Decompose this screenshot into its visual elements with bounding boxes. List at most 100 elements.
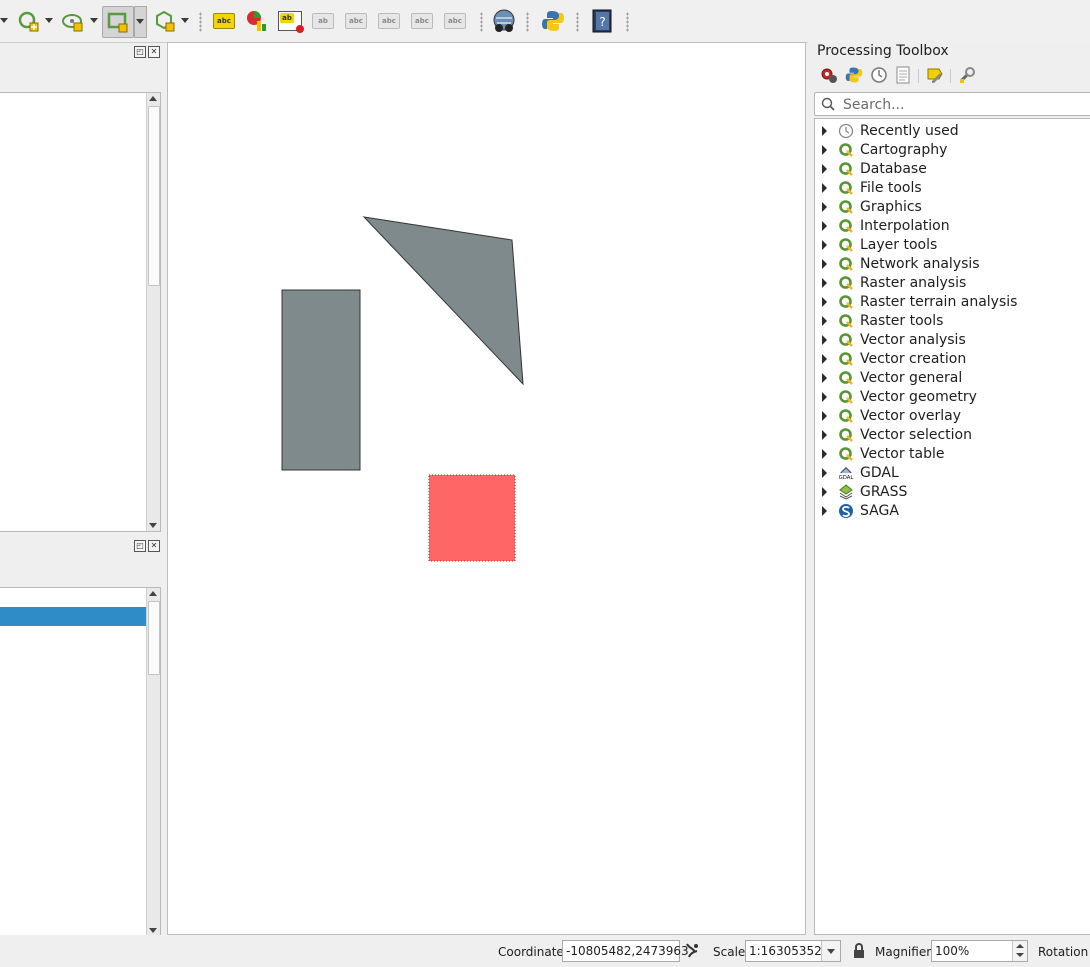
tree-item[interactable]: Interpolation [815, 216, 1090, 235]
tree-item[interactable]: Vector overlay [815, 406, 1090, 425]
vertical-scrollbar[interactable] [146, 93, 160, 531]
extents-toggle-icon[interactable] [684, 942, 700, 963]
tree-item[interactable]: Layer tools [815, 235, 1090, 254]
close-panel-icon[interactable]: ✕ [148, 540, 160, 552]
tree-item[interactable]: Vector table [815, 444, 1090, 463]
rotate-label-icon[interactable]: abc [409, 8, 435, 34]
tree-item[interactable]: Vector analysis [815, 330, 1090, 349]
tree-item[interactable]: Raster analysis [815, 273, 1090, 292]
expand-arrow-icon[interactable] [822, 467, 827, 478]
search-input[interactable] [841, 95, 1085, 115]
expand-arrow-icon[interactable] [822, 220, 827, 231]
scroll-down-icon[interactable] [149, 928, 157, 933]
pin-label-icon[interactable]: ab [310, 8, 336, 34]
scroll-up-icon[interactable] [149, 591, 157, 596]
toolbar-grip[interactable] [199, 12, 202, 32]
vertical-scrollbar[interactable] [146, 588, 160, 936]
change-label-icon[interactable]: abc [442, 8, 468, 34]
expand-arrow-icon[interactable] [822, 144, 827, 155]
expand-arrow-icon[interactable] [822, 448, 827, 459]
scroll-up-icon[interactable] [149, 96, 157, 101]
expand-arrow-icon[interactable] [822, 125, 827, 136]
dropdown-caret[interactable] [136, 19, 144, 24]
expand-arrow-icon[interactable] [822, 296, 827, 307]
dropdown-caret[interactable] [90, 18, 98, 23]
tree-item[interactable]: Network analysis [815, 254, 1090, 273]
dropdown-caret[interactable] [181, 18, 189, 23]
history-clock-icon[interactable] [870, 66, 888, 88]
options-wrench-icon[interactable] [958, 66, 976, 88]
move-label-icon[interactable]: abc [376, 8, 402, 34]
highlight-pinned-labels-icon[interactable]: ab [277, 8, 304, 34]
add-circle-icon[interactable] [16, 8, 42, 34]
dropdown-caret[interactable] [45, 18, 53, 23]
tree-item[interactable]: SAGA [815, 501, 1090, 520]
python-console-icon[interactable] [540, 8, 566, 34]
float-panel-icon[interactable]: ◰ [134, 540, 146, 552]
search-box[interactable] [814, 92, 1090, 116]
scale-dropdown-button[interactable] [821, 941, 840, 961]
float-panel-icon[interactable]: ◰ [134, 46, 146, 58]
map-feature-triangle[interactable] [362, 216, 524, 386]
add-ellipse-icon[interactable] [60, 8, 86, 34]
tree-item[interactable]: Vector general [815, 368, 1090, 387]
toolbar-grip[interactable] [626, 12, 629, 32]
expand-arrow-icon[interactable] [822, 372, 827, 383]
tree-item[interactable]: Raster terrain analysis [815, 292, 1090, 311]
add-rectangle-icon[interactable] [102, 6, 134, 38]
scroll-thumb[interactable] [148, 106, 160, 286]
tree-item[interactable]: Cartography [815, 140, 1090, 159]
expand-arrow-icon[interactable] [822, 258, 827, 269]
map-canvas[interactable] [167, 42, 806, 935]
tree-item[interactable]: Raster tools [815, 311, 1090, 330]
dropdown-caret[interactable] [0, 18, 8, 23]
scale-combobox[interactable]: 1:163053520 [745, 940, 841, 962]
scroll-down-icon[interactable] [149, 523, 157, 528]
expand-arrow-icon[interactable] [822, 410, 827, 421]
toolbar-grip[interactable] [480, 12, 483, 32]
step-up-icon[interactable] [1016, 944, 1024, 948]
map-feature-rectangle[interactable] [281, 289, 361, 471]
expand-arrow-icon[interactable] [822, 277, 827, 288]
tree-item[interactable]: Graphics [815, 197, 1090, 216]
selected-list-row[interactable] [0, 607, 146, 626]
expand-arrow-icon[interactable] [822, 486, 827, 497]
expand-arrow-icon[interactable] [822, 163, 827, 174]
layer-labeling-icon[interactable]: abc [211, 8, 237, 34]
expand-arrow-icon[interactable] [822, 182, 827, 193]
magnifier-spinbox[interactable]: 100% [931, 940, 1028, 962]
scroll-thumb[interactable] [148, 601, 160, 675]
browser-panel-list[interactable] [0, 587, 161, 937]
python-scripts-icon[interactable] [845, 66, 863, 88]
algorithm-tree[interactable]: Recently used Cartography Database File too… [814, 118, 1090, 935]
layer-diagram-icon[interactable] [244, 8, 270, 34]
step-down-icon[interactable] [1016, 953, 1024, 957]
tree-item[interactable]: Vector creation [815, 349, 1090, 368]
rectangle-dropdown[interactable] [134, 6, 147, 38]
models-gear-icon[interactable] [820, 66, 838, 88]
show-hide-label-icon[interactable]: abc [343, 8, 369, 34]
expand-arrow-icon[interactable] [822, 315, 827, 326]
tree-item[interactable]: GRASS [815, 482, 1090, 501]
layers-panel-list[interactable] [0, 92, 161, 532]
edit-features-inplace-icon[interactable] [926, 66, 944, 88]
tree-item[interactable]: Recently used [815, 121, 1090, 140]
expand-arrow-icon[interactable] [822, 201, 827, 212]
tree-item[interactable]: Vector geometry [815, 387, 1090, 406]
expand-arrow-icon[interactable] [822, 505, 827, 516]
tree-item[interactable]: Vector selection [815, 425, 1090, 444]
expand-arrow-icon[interactable] [822, 239, 827, 250]
add-regular-polygon-icon[interactable] [152, 8, 178, 34]
tree-item[interactable]: Database [815, 159, 1090, 178]
expand-arrow-icon[interactable] [822, 353, 827, 364]
metasearch-icon[interactable] [491, 8, 517, 34]
toolbar-grip[interactable] [526, 12, 529, 32]
expand-arrow-icon[interactable] [822, 429, 827, 440]
magnifier-stepper[interactable] [1012, 941, 1027, 961]
help-book-icon[interactable]: ? [589, 8, 615, 34]
expand-arrow-icon[interactable] [822, 391, 827, 402]
close-panel-icon[interactable]: ✕ [148, 46, 160, 58]
expand-arrow-icon[interactable] [822, 334, 827, 345]
lock-scale-icon[interactable] [852, 943, 866, 962]
toolbar-grip[interactable] [576, 12, 579, 32]
